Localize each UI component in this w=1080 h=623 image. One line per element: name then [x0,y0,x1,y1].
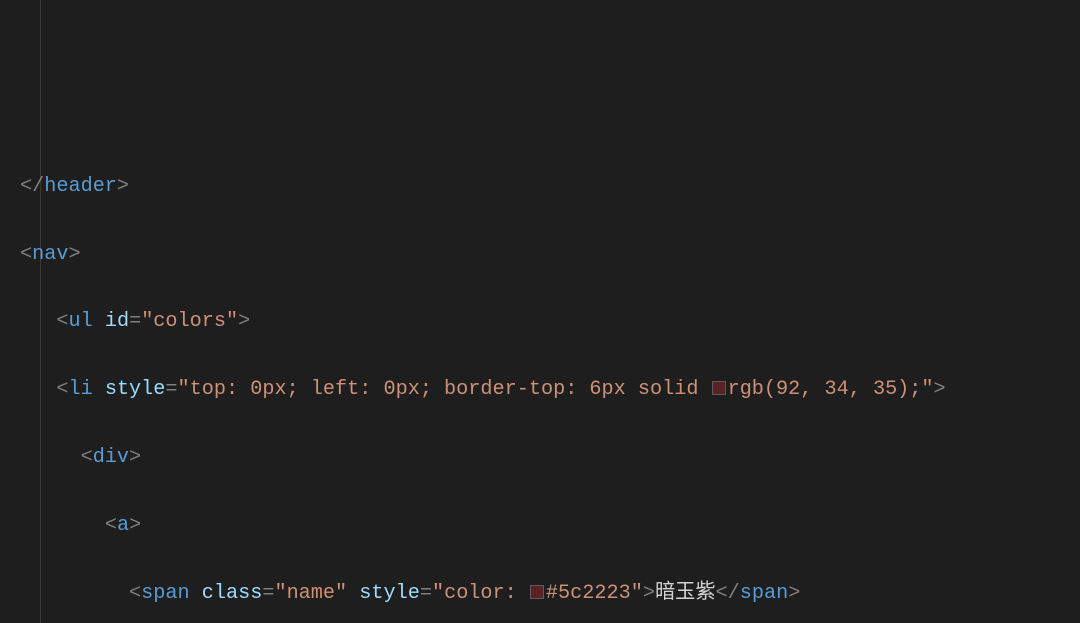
code-line[interactable]: <ul id="colors"> [20,305,1074,339]
tag-header: header [44,175,117,198]
tag-span: span [141,582,189,605]
code-line[interactable]: <span class="name" style="color: #5c2223… [20,577,1074,611]
attr-id: id [105,310,129,333]
color-swatch-icon [712,381,726,395]
punct: < [20,243,32,266]
code-line[interactable]: </header> [20,170,1074,204]
tag-nav: nav [32,243,68,266]
punct: </ [20,175,44,198]
string: "top: 0px; left: 0px; border-top: 6px so… [178,378,711,401]
code-line[interactable]: <nav> [20,238,1074,272]
tag-li: li [68,378,92,401]
punct: < [56,310,68,333]
attr-style: style [359,582,420,605]
code-line[interactable]: <li style="top: 0px; left: 0px; border-t… [20,373,1074,407]
code-line[interactable]: <a> [20,509,1074,543]
color-swatch-icon [530,585,544,599]
attr-class: class [202,582,263,605]
attr-style: style [105,378,166,401]
code-editor[interactable]: </header> <nav> <ul id="colors"> <li sty… [0,0,1080,623]
tag-div: div [93,446,129,469]
string: "colors" [141,310,238,333]
tag-ul: ul [68,310,92,333]
punct: > [68,243,80,266]
string: rgb(92, 34, 35);" [728,378,934,401]
tag-a: a [117,514,129,537]
code-line[interactable]: <div> [20,441,1074,475]
text-content: 暗玉紫 [655,582,716,605]
code-block[interactable]: </header> <nav> <ul id="colors"> <li sty… [0,102,1080,623]
punct: > [117,175,129,198]
